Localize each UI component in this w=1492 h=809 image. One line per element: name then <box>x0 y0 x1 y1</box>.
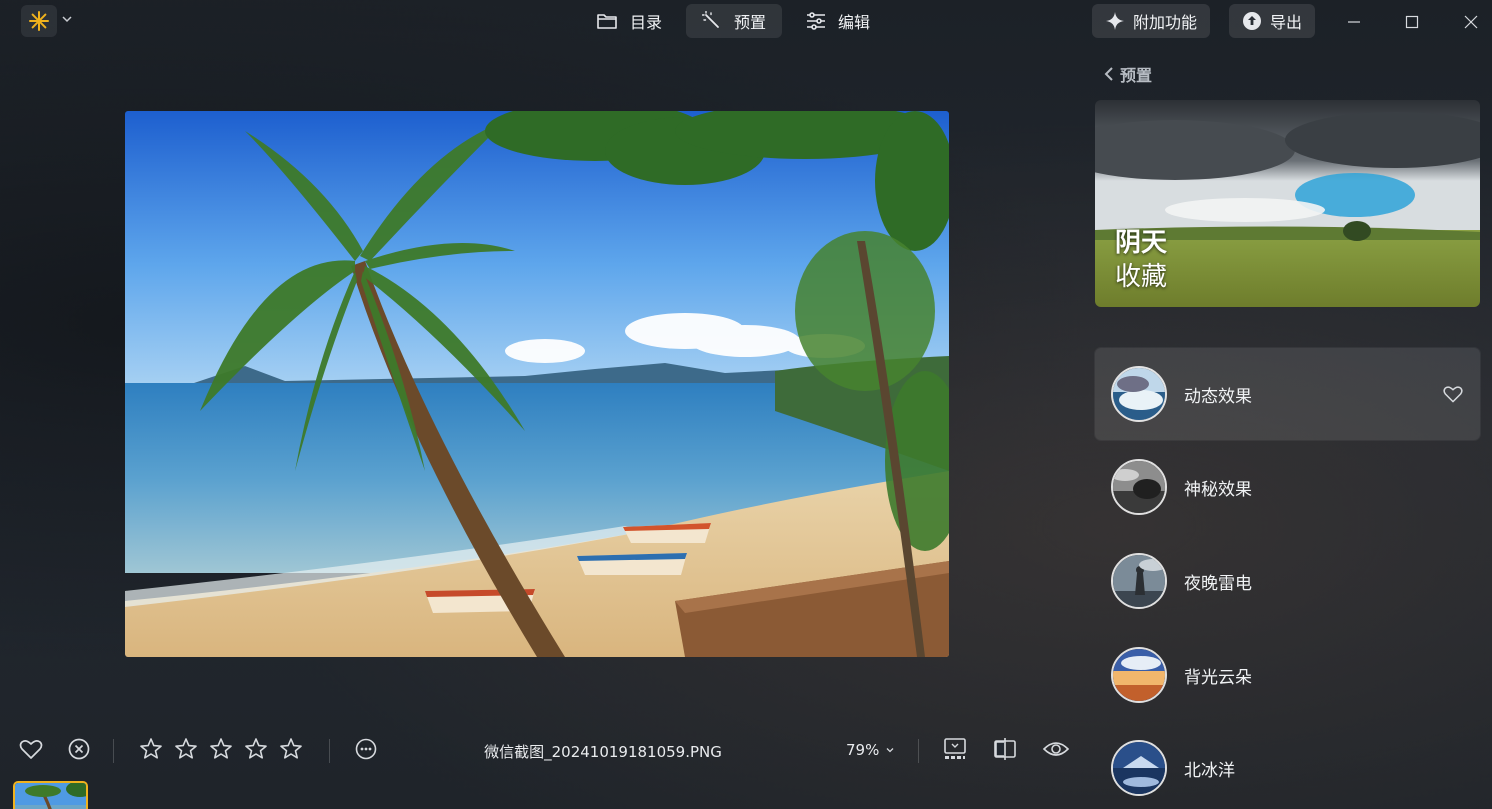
preset-label: 夜晚雷电 <box>1184 573 1252 594</box>
star-icon[interactable] <box>173 736 199 762</box>
preset-item[interactable]: 背光云朵 <box>1095 629 1480 721</box>
tab-label: 目录 <box>630 13 663 32</box>
preset-label: 背光云朵 <box>1184 667 1252 688</box>
app-menu-button[interactable] <box>21 5 57 37</box>
minimize-button[interactable] <box>1340 8 1368 36</box>
preset-thumbnail <box>1111 647 1167 703</box>
addons-button[interactable]: 附加功能 <box>1092 4 1211 38</box>
chevron-down-icon <box>885 745 895 755</box>
sun-star-icon <box>28 10 50 32</box>
divider <box>329 739 330 763</box>
hero-caption: 阴天 收藏 <box>1115 226 1167 294</box>
sliders-icon <box>806 12 826 30</box>
upload-icon <box>1242 11 1262 31</box>
eye-icon[interactable] <box>1042 736 1070 762</box>
preset-thumbnail <box>1111 553 1167 609</box>
addons-label: 附加功能 <box>1133 13 1198 32</box>
maximize-button[interactable] <box>1398 8 1426 36</box>
star-icon[interactable] <box>208 736 234 762</box>
compare-icon[interactable] <box>992 736 1018 762</box>
preset-thumbnail <box>1111 740 1167 796</box>
hero-title: 阴天 <box>1115 228 1168 258</box>
minimize-icon <box>1347 15 1361 29</box>
preset-label: 动态效果 <box>1184 386 1252 407</box>
star-icon[interactable] <box>278 736 304 762</box>
hero-subtitle: 收藏 <box>1115 262 1168 292</box>
filmstrip-icon[interactable] <box>942 736 968 762</box>
tab-presets[interactable]: 预置 <box>686 4 783 38</box>
chevron-left-icon <box>1104 66 1114 82</box>
main-photo <box>125 111 949 657</box>
maximize-icon <box>1405 15 1419 29</box>
back-to-presets[interactable]: 预置 <box>1104 62 1152 86</box>
preset-label: 北冰洋 <box>1184 760 1235 781</box>
magic-wand-icon <box>702 11 722 31</box>
preset-thumbnail <box>1111 366 1167 422</box>
divider <box>918 739 919 763</box>
star-icon[interactable] <box>138 736 164 762</box>
tab-label: 编辑 <box>838 13 871 32</box>
preset-thumbnail <box>1111 459 1167 515</box>
file-name: 微信截图_20241019181059.PNG <box>484 743 722 761</box>
preset-label: 神秘效果 <box>1184 479 1252 500</box>
export-label: 导出 <box>1270 13 1303 32</box>
preset-item[interactable]: 夜晚雷电 <box>1095 535 1480 627</box>
close-button[interactable] <box>1457 8 1485 36</box>
tab-label: 预置 <box>734 13 767 32</box>
preset-item[interactable]: 北冰洋 <box>1095 722 1480 809</box>
zoom-dropdown[interactable]: 79% <box>846 741 895 759</box>
star-icon[interactable] <box>243 736 269 762</box>
close-icon <box>1464 15 1478 29</box>
preset-item[interactable]: 动态效果 <box>1095 348 1480 440</box>
folder-icon <box>596 12 618 30</box>
more-options-icon[interactable] <box>353 736 379 762</box>
zoom-value: 79% <box>846 741 880 759</box>
tab-edit[interactable]: 编辑 <box>790 4 886 38</box>
favorite-heart-icon[interactable] <box>18 736 44 762</box>
sparkle-icon <box>1105 11 1125 31</box>
collection-hero-card[interactable]: 阴天 收藏 <box>1095 100 1480 307</box>
heart-icon[interactable] <box>1442 383 1464 405</box>
reject-icon[interactable] <box>66 736 92 762</box>
back-label: 预置 <box>1120 66 1153 85</box>
tab-catalog[interactable]: 目录 <box>580 4 678 38</box>
filmstrip-thumbnail[interactable] <box>13 781 88 809</box>
top-tabs: 目录 预置 编辑 <box>580 4 886 38</box>
chevron-down-icon[interactable] <box>61 13 73 25</box>
divider <box>113 739 114 763</box>
preset-item[interactable]: 神秘效果 <box>1095 441 1480 533</box>
export-button[interactable]: 导出 <box>1229 4 1316 38</box>
